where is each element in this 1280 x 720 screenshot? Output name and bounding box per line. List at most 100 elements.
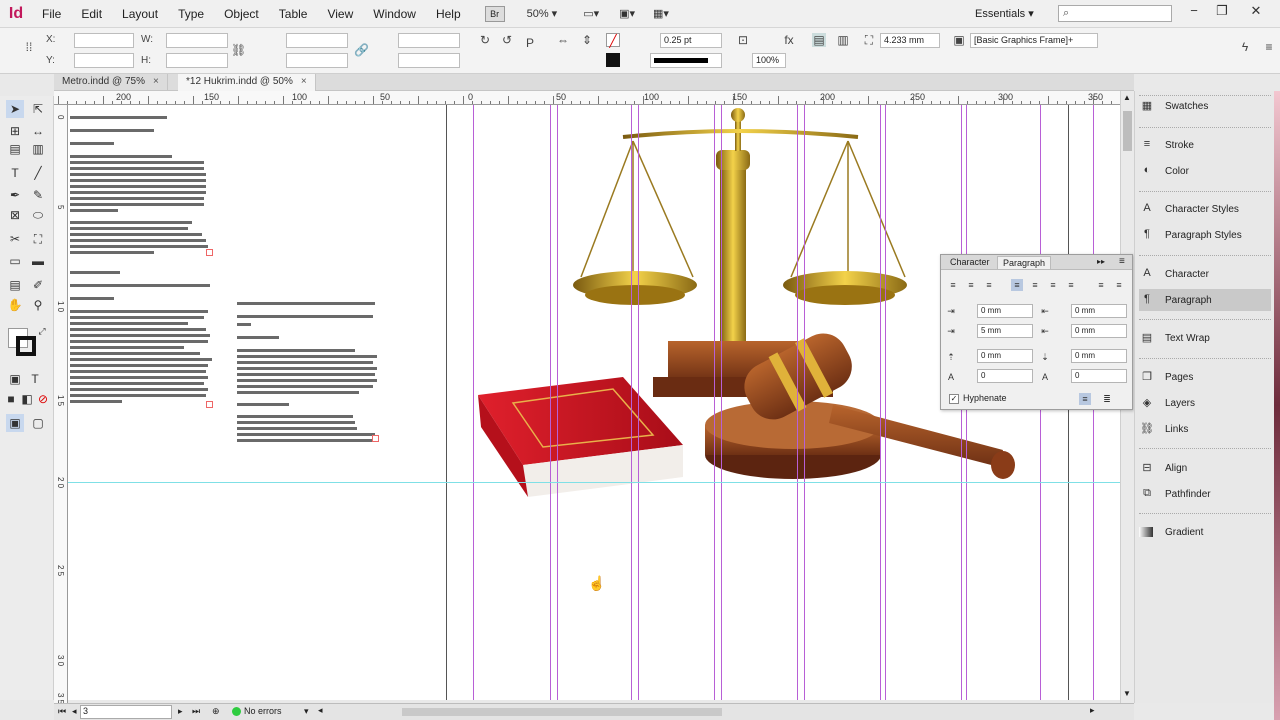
ellipse-tool-icon[interactable]: ⬭ bbox=[29, 206, 47, 224]
menu-object[interactable]: Object bbox=[214, 7, 269, 21]
panel-menu-icon[interactable]: ≡ bbox=[1262, 40, 1276, 54]
wrap-shape-icon[interactable]: ▥ bbox=[836, 33, 850, 47]
dock-item-links[interactable]: ⛓ Links bbox=[1139, 418, 1271, 440]
page-number-field[interactable]: 3 bbox=[80, 705, 172, 719]
screen-mode-dropdown[interactable]: ▣▾ bbox=[619, 5, 635, 23]
preview-mode-icon[interactable]: ▢ bbox=[29, 414, 47, 432]
dock-item-color[interactable]: ◐ Color bbox=[1139, 160, 1271, 182]
tab-character[interactable]: Character bbox=[945, 256, 995, 268]
rotate-ccw-icon[interactable]: ↺ bbox=[500, 33, 514, 47]
dock-item-swatches[interactable]: ▦ Swatches bbox=[1139, 95, 1271, 117]
dock-item-text-wrap[interactable]: ▤ Text Wrap bbox=[1139, 327, 1271, 349]
last-line-indent-field[interactable]: 0 mm bbox=[1071, 324, 1127, 338]
dock-item-character-styles[interactable]: A Character Styles bbox=[1139, 198, 1271, 220]
tab-paragraph[interactable]: Paragraph bbox=[997, 256, 1052, 269]
flip-horizontal-icon[interactable]: ⇔ bbox=[556, 33, 570, 47]
gradient-feather-tool-icon[interactable]: ▬ bbox=[29, 252, 47, 270]
opacity-field[interactable]: 100% bbox=[752, 53, 786, 68]
stroke-type-dropdown[interactable] bbox=[650, 53, 722, 68]
gap-tool-icon[interactable]: ↔ bbox=[29, 122, 47, 140]
menu-help[interactable]: Help bbox=[426, 7, 471, 21]
scroll-down-icon[interactable]: ▼ bbox=[1123, 689, 1131, 698]
vertical-ruler[interactable]: 051 01 52 02 53 03 5 bbox=[54, 105, 68, 705]
horizontal-guide[interactable] bbox=[68, 482, 1120, 483]
justify-left-icon[interactable]: ≡ bbox=[1011, 279, 1023, 291]
stroke-swatch-icon[interactable] bbox=[606, 53, 620, 67]
dock-grip[interactable] bbox=[1139, 448, 1271, 452]
line-tool-icon[interactable]: ╱ bbox=[29, 164, 47, 182]
space-before-field[interactable]: 0 mm bbox=[977, 349, 1033, 363]
first-line-indent-field[interactable]: 5 mm bbox=[977, 324, 1033, 338]
horizontal-ruler[interactable]: 200 150 100 50 0 50 100 150 200 250 300 350 bbox=[54, 91, 1120, 105]
dock-item-paragraph-styles[interactable]: ¶ Paragraph Styles bbox=[1139, 224, 1271, 246]
shear-field[interactable] bbox=[398, 53, 460, 68]
free-transform-tool-icon[interactable]: ⛶ bbox=[29, 230, 47, 248]
horizontal-scroll-thumb[interactable] bbox=[402, 708, 722, 716]
scale-x-field[interactable] bbox=[286, 33, 348, 48]
fit-content-icon[interactable]: ⊡ bbox=[736, 33, 750, 47]
select-content-icon[interactable]: P bbox=[523, 36, 537, 50]
menu-layout[interactable]: Layout bbox=[112, 7, 168, 21]
tab-metro[interactable]: Metro.indd @ 75% × bbox=[54, 74, 168, 91]
drop-cap-lines-field[interactable]: 0 bbox=[977, 369, 1033, 383]
content-collector-icon[interactable]: ▤ bbox=[6, 140, 24, 158]
dock-grip[interactable] bbox=[1139, 191, 1271, 195]
last-page-icon[interactable]: ⏭ bbox=[192, 706, 200, 717]
overset-text-icon[interactable] bbox=[206, 249, 213, 256]
align-baseline-grid-icon[interactable]: ≣ bbox=[1101, 393, 1113, 405]
dock-grip[interactable] bbox=[1139, 127, 1271, 131]
fill-swatch-icon[interactable]: ╱ bbox=[606, 33, 620, 48]
menu-view[interactable]: View bbox=[317, 7, 363, 21]
direct-selection-tool-icon[interactable]: ⇱ bbox=[29, 100, 47, 118]
hand-tool-icon[interactable]: ✋ bbox=[6, 296, 24, 314]
right-indent-field[interactable]: 0 mm bbox=[1071, 304, 1127, 318]
swap-fill-stroke-icon[interactable]: ⤢ bbox=[33, 322, 51, 340]
stroke-weight-field[interactable]: 0.25 pt bbox=[660, 33, 722, 48]
rectangle-frame-tool-icon[interactable]: ⊠ bbox=[6, 206, 24, 224]
next-page-icon[interactable]: ▸ bbox=[178, 706, 183, 717]
align-towards-spine-icon[interactable]: ≡ bbox=[1095, 279, 1107, 291]
preflight-menu-icon[interactable]: ▾ bbox=[304, 706, 309, 717]
reference-point-icon[interactable]: ⁞⁞ bbox=[22, 40, 36, 54]
formatting-container-icon[interactable]: ▣ bbox=[6, 370, 24, 388]
height-field[interactable] bbox=[166, 53, 228, 68]
dock-item-pages[interactable]: ❐ Pages bbox=[1139, 366, 1271, 388]
object-style-dropdown[interactable]: [Basic Graphics Frame]+ bbox=[970, 33, 1098, 48]
collapse-panel-icon[interactable]: ▸▸ bbox=[1097, 257, 1105, 266]
scroll-right-icon[interactable]: ▸ bbox=[1090, 705, 1095, 716]
help-search-input[interactable]: ⌕ bbox=[1058, 5, 1172, 22]
no-baseline-grid-icon[interactable]: ≡ bbox=[1079, 393, 1091, 405]
restore-button[interactable]: ❐ bbox=[1214, 3, 1230, 19]
overset-text-icon[interactable] bbox=[206, 401, 213, 408]
align-away-spine-icon[interactable]: ≡ bbox=[1113, 279, 1125, 291]
preflight-status[interactable]: No errors bbox=[244, 706, 282, 716]
panel-header[interactable]: Character Paragraph ▸▸ ≡ bbox=[941, 255, 1132, 270]
hyphenate-checkbox[interactable]: ✓ bbox=[949, 394, 959, 404]
formatting-text-icon[interactable]: T bbox=[26, 370, 44, 388]
width-field[interactable] bbox=[166, 33, 228, 48]
align-left-icon[interactable]: ≡ bbox=[947, 279, 959, 291]
arrange-documents-dropdown[interactable]: ▦▾ bbox=[653, 5, 669, 23]
dock-item-gradient[interactable]: Gradient bbox=[1139, 521, 1271, 543]
zoom-tool-icon[interactable]: ⚲ bbox=[29, 296, 47, 314]
align-right-icon[interactable]: ≡ bbox=[983, 279, 995, 291]
scroll-up-icon[interactable]: ▲ bbox=[1123, 93, 1131, 102]
dock-grip[interactable] bbox=[1139, 255, 1271, 259]
eyedropper-tool-icon[interactable]: ✐ bbox=[29, 276, 47, 294]
justify-center-icon[interactable]: ≡ bbox=[1029, 279, 1041, 291]
menu-edit[interactable]: Edit bbox=[71, 7, 112, 21]
dock-item-character[interactable]: A Character bbox=[1139, 263, 1271, 285]
note-tool-icon[interactable]: ▤ bbox=[6, 276, 24, 294]
y-position-field[interactable] bbox=[74, 53, 134, 68]
dock-grip[interactable] bbox=[1139, 513, 1271, 517]
justify-right-icon[interactable]: ≡ bbox=[1047, 279, 1059, 291]
apply-none-icon[interactable]: ⊘ bbox=[34, 390, 52, 408]
lightning-icon[interactable]: ϟ bbox=[1238, 40, 1252, 54]
previous-page-icon[interactable]: ◂ bbox=[72, 706, 77, 717]
content-placer-icon[interactable]: ▥ bbox=[29, 140, 47, 158]
frame-fitting-icon[interactable]: ⛶ bbox=[862, 33, 876, 47]
scale-y-field[interactable] bbox=[286, 53, 348, 68]
align-center-icon[interactable]: ≡ bbox=[965, 279, 977, 291]
scissors-tool-icon[interactable]: ✂ bbox=[6, 230, 24, 248]
x-position-field[interactable] bbox=[74, 33, 134, 48]
